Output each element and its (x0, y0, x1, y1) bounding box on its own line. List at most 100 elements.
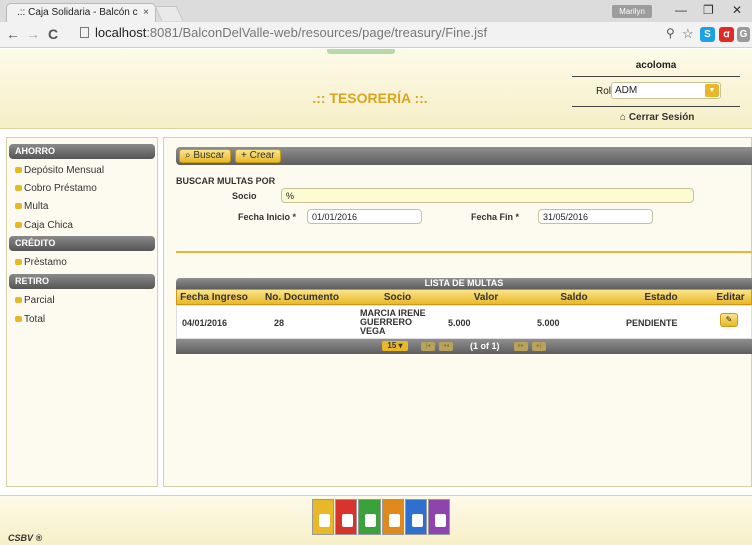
app-tile-ahorro[interactable] (312, 499, 335, 535)
fecha-inicio-label: Fecha Inicio * (238, 212, 297, 222)
username: acoloma (572, 60, 740, 77)
cell-fecha: 04/01/2016 (182, 318, 228, 328)
rol-value: ADM (615, 85, 638, 96)
app-tile-reportes[interactable] (404, 499, 427, 535)
sidebar-item-total[interactable]: Total (15, 314, 45, 325)
table-row[interactable]: 04/01/2016 28 MARCIA IRENE GUERRERO VEGA… (176, 305, 752, 339)
rol-select[interactable]: ADM ▼ (611, 82, 721, 99)
form-title: BUSCAR MULTAS POR (176, 176, 276, 186)
page-info: (1 of 1) (470, 341, 500, 351)
sidebar-item-deposito-mensual[interactable]: Depósito Mensual (15, 165, 104, 176)
home-icon: ⌂ (620, 112, 627, 123)
cell-socio-line2: GUERRERO (360, 317, 413, 327)
action-toolbar: ⌕ Buscar + Crear (176, 147, 752, 165)
sidebar: AHORRO Depósito Mensual Cobro Préstamo M… (6, 137, 158, 487)
fecha-fin-input[interactable]: 31/05/2016 (538, 209, 653, 224)
rows-per-page-select[interactable]: 15 ▾ (382, 341, 408, 351)
check-icon (319, 514, 330, 527)
column-header[interactable]: Saldo (554, 292, 594, 303)
app-tile-seguridad[interactable] (335, 499, 358, 535)
sidebar-section-ahorro[interactable]: AHORRO (9, 144, 155, 159)
maximize-icon[interactable]: ❐ (703, 3, 714, 17)
sidebar-item-multa[interactable]: Multa (15, 201, 48, 212)
create-button[interactable]: + Crear (235, 149, 281, 163)
app-tile-configuracion[interactable] (358, 499, 381, 535)
column-header[interactable]: Socio (365, 292, 430, 303)
paginator: 15 ▾ |◂ ◂◂ (1 of 1) ▸▸ ▸| (176, 339, 752, 354)
url-host: localhost (95, 25, 147, 40)
page-title: .:: TESORERÍA ::. (312, 90, 428, 106)
socio-input[interactable]: % (281, 188, 694, 203)
url-path: :8081/BalconDelValle-web/resources/page/… (146, 25, 488, 40)
app-tile-documentos[interactable] (427, 499, 451, 535)
logout-label: Cerrar Sesión (628, 112, 695, 123)
bullet-icon (15, 203, 22, 209)
app-tile-tesoreria[interactable] (381, 499, 404, 535)
column-header[interactable]: Fecha Ingreso (179, 292, 249, 303)
back-icon[interactable]: ← (6, 26, 20, 42)
bullet-icon (15, 222, 22, 228)
money-icon (388, 514, 400, 527)
bullet-icon (15, 316, 22, 322)
minimize-icon[interactable]: — (675, 3, 687, 17)
gear-icon (365, 514, 377, 527)
last-page-icon[interactable]: ▸| (532, 342, 546, 351)
tab-close-icon[interactable]: × (143, 7, 149, 18)
forward-icon[interactable]: → (26, 26, 40, 42)
cell-documento: 28 (274, 318, 285, 328)
copyright: CSBV ® (8, 533, 43, 543)
bullet-icon (15, 167, 22, 173)
table-header: Fecha Ingreso No. Documento Socio Valor … (176, 289, 752, 305)
page-icon (80, 27, 89, 38)
sidebar-item-parcial[interactable]: Parcial (15, 295, 55, 306)
search-icon: ⌕ (185, 150, 191, 161)
divider (572, 106, 740, 107)
grammarly-extension-icon[interactable]: G (737, 27, 750, 42)
window-close-icon[interactable]: ✕ (732, 3, 742, 17)
reload-icon[interactable]: C (48, 26, 58, 42)
cell-valor: 5.000 (448, 318, 471, 328)
fecha-inicio-input[interactable]: 01/01/2016 (307, 209, 422, 224)
first-page-icon[interactable]: |◂ (421, 342, 435, 351)
cell-saldo: 5.000 (537, 318, 560, 328)
fecha-fin-label: Fecha Fin * (471, 212, 520, 222)
sidebar-section-credito[interactable]: CRÉDITO (9, 236, 155, 251)
sidebar-item-cobro-prestamo[interactable]: Cobro Préstamo (15, 183, 97, 194)
cell-socio-line3: VEGA (360, 326, 386, 336)
pdf-extension-icon[interactable]: ꭤ (719, 27, 734, 42)
next-page-icon[interactable]: ▸▸ (514, 342, 528, 351)
skype-extension-icon[interactable]: S (700, 27, 715, 42)
browser-tab[interactable]: .:: Caja Solidaria - Balcón c × (6, 3, 156, 22)
search-button[interactable]: ⌕ Buscar (179, 149, 231, 163)
browser-toolbar: ← → C localhost:8081/BalconDelValle-web/… (0, 22, 752, 48)
socio-label: Socio (232, 191, 257, 201)
bullet-icon (15, 297, 22, 303)
column-header[interactable]: No. Documento (261, 292, 343, 303)
chevron-down-icon[interactable]: ▼ (705, 84, 719, 97)
column-header[interactable]: Valor (461, 292, 511, 303)
sidebar-item-prestamo[interactable]: Prèstamo (15, 257, 67, 268)
zoom-icon[interactable]: ⚲ (666, 26, 675, 40)
cell-estado: PENDIENTE (626, 318, 678, 328)
bullet-icon (15, 259, 22, 265)
bullet-icon (15, 185, 22, 191)
header-tab-indicator (327, 49, 395, 54)
prev-page-icon[interactable]: ◂◂ (439, 342, 453, 351)
column-header[interactable]: Estado (631, 292, 691, 303)
edit-button[interactable]: ✎ (720, 313, 738, 327)
lock-icon (342, 514, 354, 527)
pencil-icon: ✎ (725, 315, 733, 324)
chart-icon (411, 514, 423, 527)
column-header[interactable]: Editar (713, 292, 748, 303)
table-title: LISTA DE MULTAS (176, 278, 752, 289)
logout-link[interactable]: ⌂ Cerrar Sesión (620, 112, 694, 123)
rol-label: Rol (596, 86, 612, 97)
bookmark-star-icon[interactable]: ☆ (682, 26, 694, 42)
plus-icon: + (241, 150, 247, 161)
sidebar-item-caja-chica[interactable]: Caja Chica (15, 220, 73, 231)
app-launcher (312, 499, 451, 535)
cell-socio-line1: MARCIA IRENE (360, 308, 426, 318)
address-bar[interactable]: localhost:8081/BalconDelValle-web/resour… (80, 25, 635, 44)
sidebar-section-retiro[interactable]: RETIRO (9, 274, 155, 289)
profile-badge[interactable]: Marilyn (612, 5, 652, 18)
